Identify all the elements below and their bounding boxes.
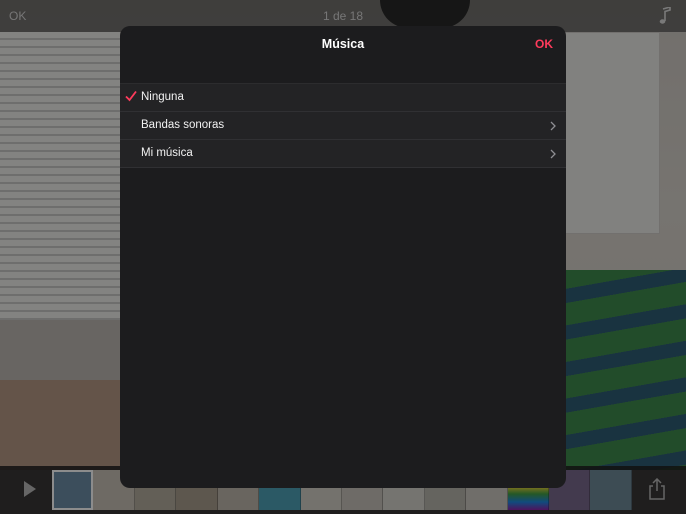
music-options-list: Ninguna Bandas sonoras Mi música [120,83,566,168]
checkmark-icon [125,90,137,102]
chevron-right-icon [550,149,556,159]
chevron-right-icon [550,121,556,131]
music-modal: Música OK Ninguna Bandas sonoras Mi músi… [120,26,566,488]
list-item-bandas-sonoras[interactable]: Bandas sonoras [120,112,566,140]
modal-title: Música [321,37,365,51]
list-item-mi-musica[interactable]: Mi música [120,140,566,168]
modal-header: Música OK [120,26,566,66]
modal-ok-button[interactable]: OK [535,37,553,51]
list-item-label: Ninguna [141,91,184,103]
list-item-ninguna[interactable]: Ninguna [120,84,566,112]
list-item-label: Bandas sonoras [141,119,225,131]
list-item-label: Mi música [141,147,193,159]
